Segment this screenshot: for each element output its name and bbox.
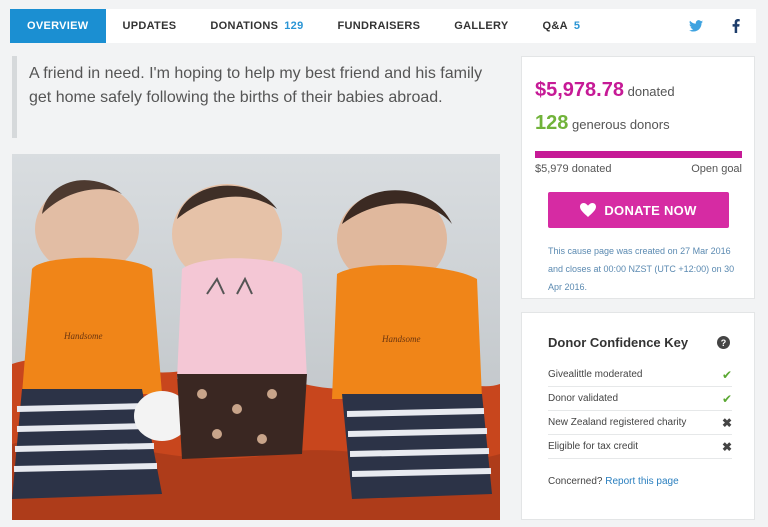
- progress-meta: $5,979 donated Open goal: [535, 163, 742, 175]
- check-icon: ✔: [721, 391, 732, 406]
- donor-suffix: generous donors: [572, 117, 670, 132]
- tab-updates[interactable]: UPDATES: [106, 9, 194, 43]
- campaign-photo: Handsome Handsome: [12, 154, 500, 520]
- heart-icon: [580, 203, 597, 217]
- progress-bar: [535, 151, 742, 158]
- svg-text:Handsome: Handsome: [381, 334, 421, 344]
- tab-qa-label: Q&A: [542, 20, 568, 32]
- donation-summary: $5,978.78 donated 128 generous donors $5…: [521, 56, 755, 299]
- tab-donations[interactable]: DONATIONS 129: [193, 9, 320, 43]
- confidence-label: Eligible for tax credit: [548, 441, 639, 452]
- tab-updates-label: UPDATES: [122, 20, 177, 32]
- tab-overview[interactable]: OVERVIEW: [10, 9, 106, 43]
- confidence-row: Donor validated ✔: [548, 387, 732, 411]
- tab-fundraisers[interactable]: FUNDRAISERS: [321, 9, 438, 43]
- report-page-link[interactable]: Report this page: [605, 476, 678, 487]
- progress-amount-label: $5,979 donated: [535, 163, 612, 175]
- cross-icon: ✖: [721, 415, 732, 430]
- babies-photo-illustration: Handsome Handsome: [12, 154, 500, 520]
- confidence-title: Donor Confidence Key: [548, 335, 689, 350]
- check-icon: ✔: [721, 367, 732, 382]
- confidence-row: New Zealand registered charity ✖: [548, 411, 732, 435]
- facebook-icon: [732, 19, 740, 33]
- cross-icon: ✖: [721, 439, 732, 454]
- tab-overview-label: OVERVIEW: [27, 20, 89, 32]
- donor-confidence-key: Donor Confidence Key ? Givealittle moder…: [521, 312, 755, 520]
- confidence-label: Givealittle moderated: [548, 369, 643, 380]
- qa-count-badge: 5: [573, 20, 581, 32]
- donor-count-value: 128: [535, 112, 569, 134]
- help-icon[interactable]: ?: [717, 336, 730, 349]
- donor-count: 128 generous donors: [535, 112, 670, 135]
- confidence-row: Givealittle moderated ✔: [548, 363, 732, 387]
- page-created-note: This cause page was created on 27 Mar 20…: [548, 246, 735, 292]
- donate-button-label: DONATE NOW: [604, 202, 697, 218]
- tab-qa[interactable]: Q&A 5: [526, 9, 598, 43]
- donations-count-badge: 129: [284, 20, 304, 32]
- confidence-label: Donor validated: [548, 393, 619, 404]
- twitter-icon: [689, 20, 703, 32]
- twitter-share-button[interactable]: [676, 9, 716, 43]
- tab-gallery[interactable]: GALLERY: [437, 9, 525, 43]
- campaign-tabs: OVERVIEW UPDATES DONATIONS 129 FUNDRAISER…: [10, 9, 756, 43]
- social-share: [676, 9, 756, 43]
- tab-fundraisers-label: FUNDRAISERS: [337, 20, 421, 32]
- tab-gallery-label: GALLERY: [454, 20, 509, 32]
- confidence-label: New Zealand registered charity: [548, 417, 687, 428]
- amount-suffix: donated: [627, 84, 675, 99]
- donate-now-button[interactable]: DONATE NOW: [548, 192, 729, 228]
- goal-label: Open goal: [691, 163, 742, 175]
- concern-line: Concerned? Report this page: [548, 476, 679, 487]
- facebook-share-button[interactable]: [716, 9, 756, 43]
- amount-value: $5,978.78: [535, 79, 624, 101]
- concern-prefix: Concerned?: [548, 476, 603, 487]
- tab-donations-label: DONATIONS: [210, 20, 279, 32]
- svg-text:Handsome: Handsome: [63, 331, 103, 341]
- amount-raised: $5,978.78 donated: [535, 79, 675, 102]
- intro-quote: A friend in need. I'm hoping to help my …: [12, 56, 500, 138]
- confidence-row: Eligible for tax credit ✖: [548, 435, 732, 459]
